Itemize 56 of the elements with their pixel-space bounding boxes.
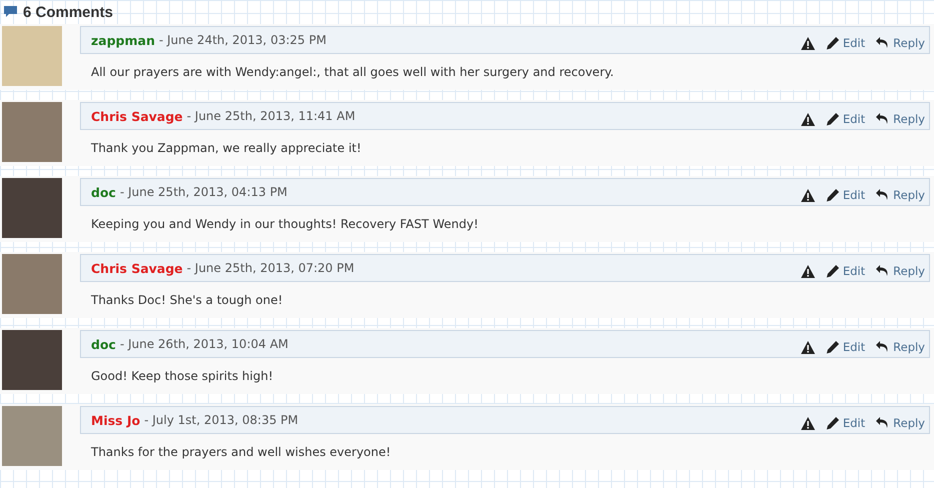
edit-link[interactable]: Edit [824, 340, 866, 354]
edit-link[interactable]: Edit [824, 264, 866, 278]
warning-icon[interactable] [800, 188, 815, 202]
author-name[interactable]: Chris Savage [91, 108, 183, 124]
warning-icon[interactable] [800, 416, 815, 430]
author-name[interactable]: zappman [91, 32, 155, 48]
comment-date: - July 1st, 2013, 08:35 PM [144, 413, 298, 427]
comment-text: Thank you Zappman, we really appreciate it! [90, 140, 362, 155]
edit-link[interactable]: Edit [824, 112, 866, 126]
pencil-icon [824, 188, 840, 202]
pencil-icon [824, 340, 840, 354]
warning-icon[interactable] [800, 264, 815, 278]
warning-icon[interactable] [800, 340, 815, 354]
pencil-icon [824, 264, 840, 278]
edit-link[interactable]: Edit [824, 416, 866, 430]
author-name[interactable]: doc [91, 184, 116, 200]
reply-link[interactable]: Reply [875, 112, 925, 126]
comment-text: Good! Keep those spirits high! [90, 368, 274, 383]
reply-link[interactable]: Reply [875, 264, 925, 278]
comment-date: - June 25th, 2013, 04:13 PM [120, 185, 288, 199]
reply-arrow-icon [875, 188, 890, 202]
speech-bubble-icon [4, 6, 17, 18]
avatar-image-placeholder [2, 178, 62, 238]
pencil-icon [824, 416, 840, 430]
author-name[interactable]: doc [91, 336, 116, 352]
avatar-image-placeholder [2, 254, 62, 314]
author-name[interactable]: Miss Jo [91, 412, 140, 428]
comment-date: - June 24th, 2013, 03:25 PM [158, 33, 326, 47]
comments-heading: 6 Comments [23, 4, 114, 20]
pencil-icon [824, 36, 840, 50]
avatar-image-placeholder [2, 330, 62, 390]
reply-link[interactable]: Reply [875, 36, 925, 50]
avatar-image-placeholder [2, 406, 62, 466]
edit-link[interactable]: Edit [824, 188, 866, 202]
reply-arrow-icon [875, 416, 890, 430]
avatar-image-placeholder [2, 26, 62, 86]
pencil-icon [824, 112, 840, 126]
warning-icon[interactable] [800, 36, 815, 50]
edit-link[interactable]: Edit [824, 36, 866, 50]
reply-link[interactable]: Reply [875, 188, 925, 202]
comment-date: - June 26th, 2013, 10:04 AM [120, 337, 288, 351]
comment-text: Keeping you and Wendy in our thoughts! Recovery FAST Wendy! [90, 216, 480, 231]
avatar-image-placeholder [2, 102, 62, 162]
reply-arrow-icon [875, 340, 890, 354]
reply-arrow-icon [875, 36, 890, 50]
author-name[interactable]: Chris Savage [91, 260, 183, 276]
reply-arrow-icon [875, 112, 890, 126]
reply-link[interactable]: Reply [875, 340, 925, 354]
comment-text: Thanks for the prayers and well wishes everyone! [90, 444, 392, 459]
reply-link[interactable]: Reply [875, 416, 925, 430]
comment-text: Thanks Doc! She's a tough one! [90, 292, 284, 307]
comment-text: All our prayers are with Wendy:angel:, that all goes well with her surgery and recovery. [90, 64, 615, 79]
comment-date: - June 25th, 2013, 07:20 PM [186, 261, 354, 275]
comment-date: - June 25th, 2013, 11:41 AM [186, 109, 356, 123]
warning-icon[interactable] [800, 112, 815, 126]
reply-arrow-icon [875, 264, 890, 278]
